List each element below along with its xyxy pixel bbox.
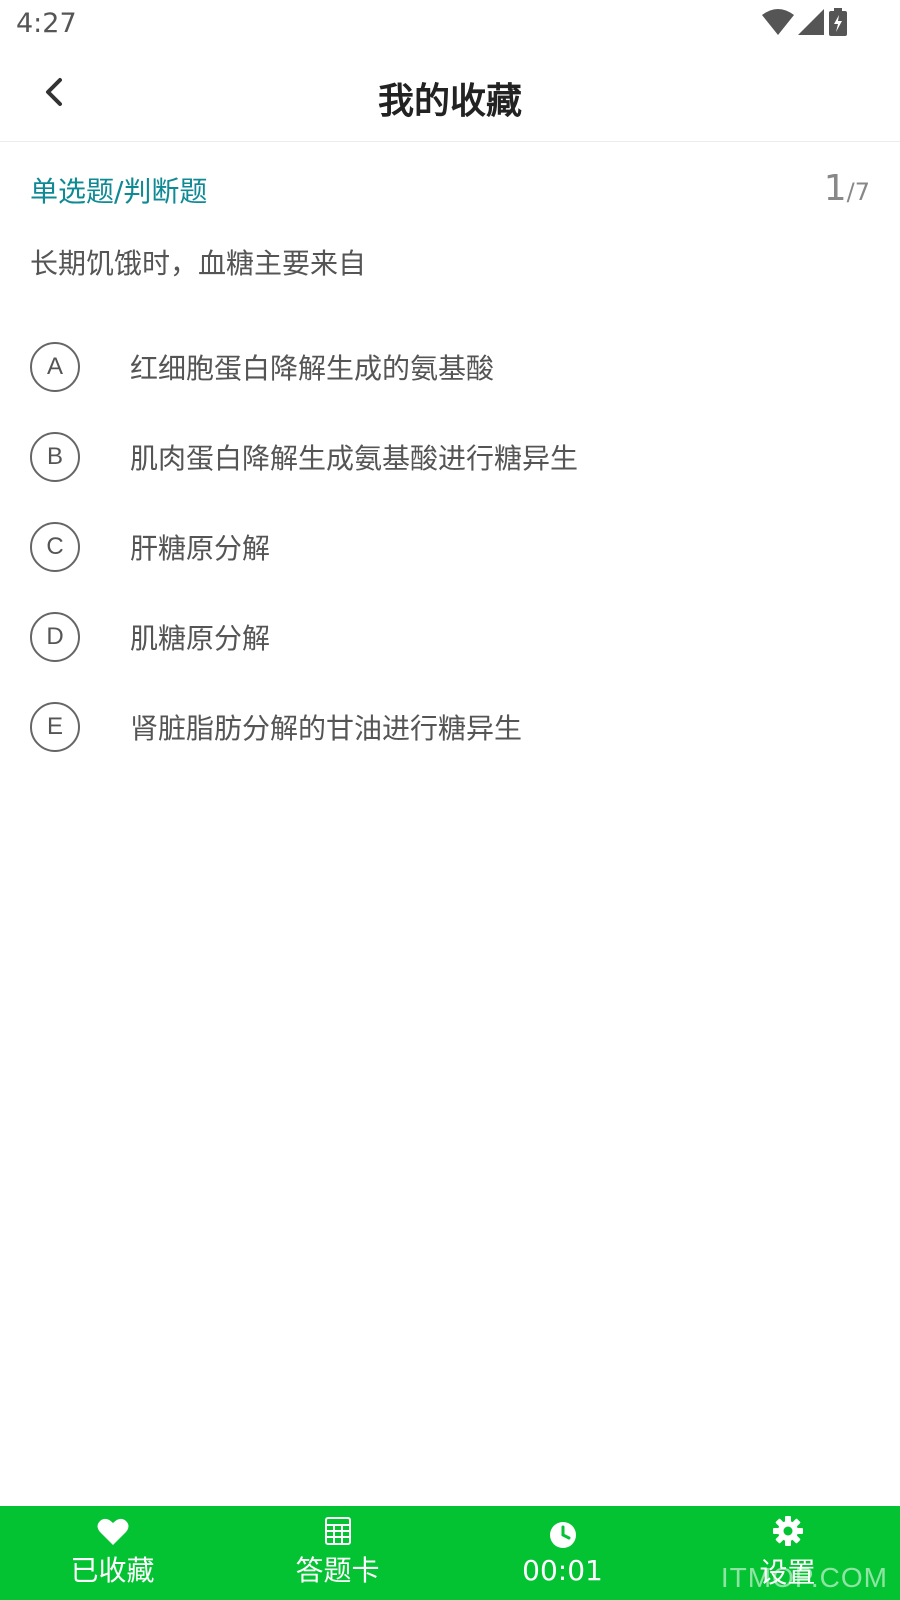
app-bar: 我的收藏 — [0, 50, 900, 142]
nav-label: 已收藏 — [70, 1554, 155, 1587]
question-type-label: 单选题/判断题 — [30, 175, 208, 208]
page-title: 我的收藏 — [377, 81, 522, 122]
option-letter: A — [30, 342, 80, 392]
status-icons — [762, 8, 848, 36]
option-d[interactable]: D 肌糖原分解 — [30, 592, 870, 682]
bottom-nav: 已收藏 答题卡 00:01 设置 ITMOP.COM — [0, 1506, 900, 1600]
option-text: 肝糖原分解 — [130, 532, 271, 565]
timer-value: 00:01 — [522, 1553, 603, 1587]
option-a[interactable]: A 红细胞蛋白降解生成的氨基酸 — [30, 322, 870, 412]
option-letter: D — [30, 612, 80, 662]
question-total: /7 — [846, 178, 870, 206]
wifi-icon — [762, 9, 794, 35]
option-b[interactable]: B 肌肉蛋白降解生成氨基酸进行糖异生 — [30, 412, 870, 502]
status-bar: 4:27 — [0, 0, 900, 50]
question-counter: 1/7 — [824, 168, 870, 209]
clock-icon — [548, 1520, 578, 1554]
cell-signal-icon — [798, 9, 824, 35]
grid-card-icon — [324, 1517, 351, 1549]
option-e[interactable]: E 肾脏脂肪分解的甘油进行糖异生 — [30, 682, 870, 772]
gear-icon — [772, 1515, 804, 1551]
watermark: ITMOP.COM — [720, 1562, 888, 1593]
battery-charging-icon — [828, 8, 848, 36]
nav-favorited[interactable]: 已收藏 — [0, 1506, 225, 1600]
option-text: 肌肉蛋白降解生成氨基酸进行糖异生 — [130, 442, 579, 475]
heart-icon — [97, 1517, 129, 1549]
question-current: 1 — [823, 168, 847, 209]
status-time: 4:27 — [16, 8, 77, 39]
nav-timer[interactable]: 00:01 — [450, 1506, 675, 1600]
options-list: A 红细胞蛋白降解生成的氨基酸 B 肌肉蛋白降解生成氨基酸进行糖异生 C 肝糖原… — [30, 322, 870, 772]
nav-answer-card[interactable]: 答题卡 — [225, 1506, 450, 1600]
option-text: 肾脏脂肪分解的甘油进行糖异生 — [130, 712, 523, 745]
option-letter: B — [30, 432, 80, 482]
option-letter: C — [30, 522, 80, 572]
option-text: 肌糖原分解 — [130, 622, 271, 655]
question-text: 长期饥饿时，血糖主要来自 — [30, 247, 367, 280]
nav-label: 答题卡 — [295, 1554, 380, 1587]
option-c[interactable]: C 肝糖原分解 — [30, 502, 870, 592]
option-letter: E — [30, 702, 80, 752]
option-text: 红细胞蛋白降解生成的氨基酸 — [130, 352, 495, 385]
